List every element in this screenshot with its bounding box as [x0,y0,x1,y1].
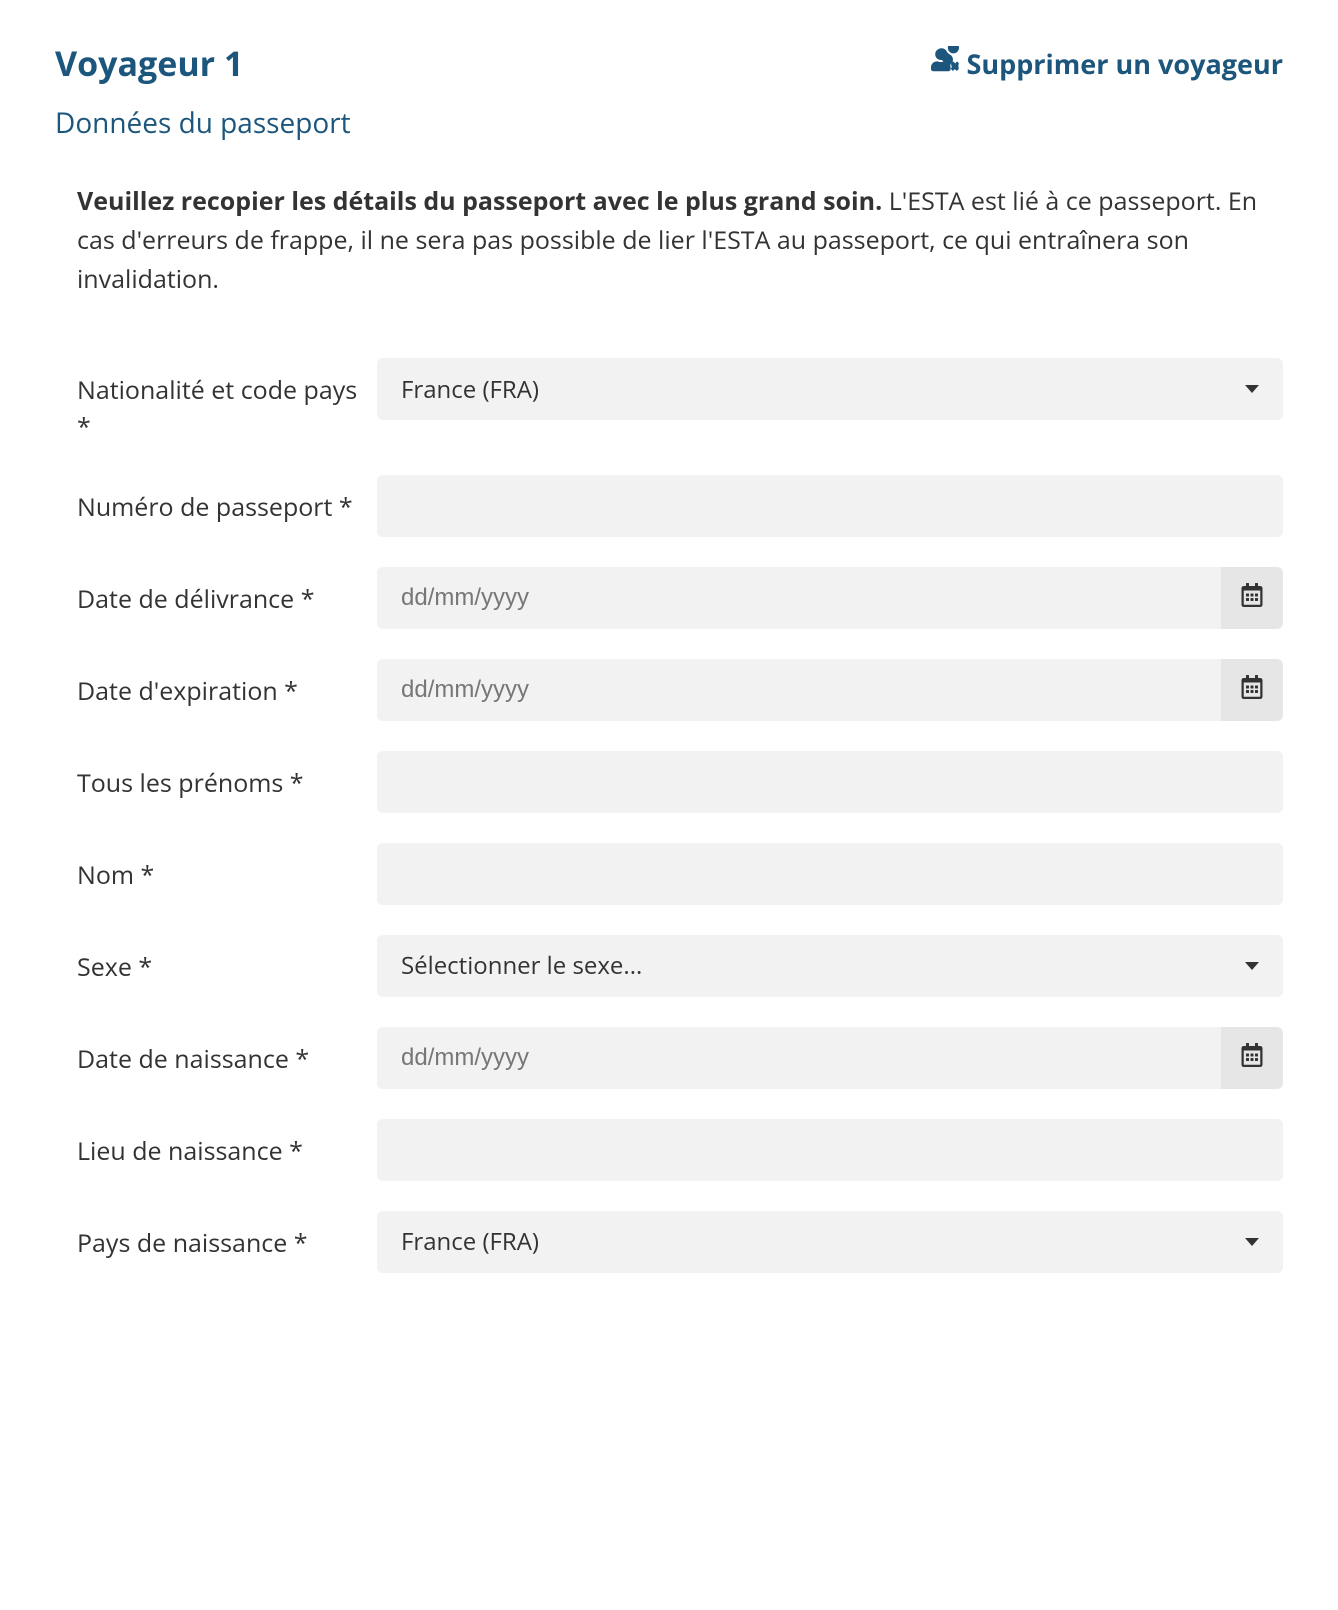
birth-country-label: Pays de naissance * [77,1211,377,1261]
birth-country-select[interactable]: France (FRA) [377,1211,1283,1273]
nationality-value: France (FRA) [401,373,539,406]
issue-date-input[interactable] [377,567,1221,629]
traveller-title: Voyageur 1 [55,40,243,86]
instructions-bold: Veuillez recopier les détails du passepo… [77,184,882,218]
sex-value: Sélectionner le sexe... [401,949,642,982]
sex-select[interactable]: Sélectionner le sexe... [377,935,1283,997]
calendar-icon [1240,1043,1264,1072]
passport-number-label: Numéro de passeport * [77,475,377,525]
remove-traveller-button[interactable]: Supprimer un voyageur [931,45,1284,82]
given-names-label: Tous les prénoms * [77,751,377,801]
issue-date-picker-button[interactable] [1221,567,1283,629]
nationality-label: Nationalité et code pays * [77,358,377,445]
given-names-input[interactable] [377,751,1283,813]
birth-date-input[interactable] [377,1027,1221,1089]
user-remove-icon [931,45,959,82]
birth-country-value: France (FRA) [401,1225,539,1258]
birth-place-label: Lieu de naissance * [77,1119,377,1169]
sex-label: Sexe * [77,935,377,985]
expiry-date-input[interactable] [377,659,1221,721]
instructions-text: Veuillez recopier les détails du passepo… [77,182,1283,298]
caret-down-icon [1245,962,1259,970]
expiry-date-label: Date d'expiration * [77,659,377,709]
remove-traveller-label: Supprimer un voyageur [967,45,1284,82]
surname-label: Nom * [77,843,377,893]
nationality-select[interactable]: France (FRA) [377,358,1283,420]
section-subtitle: Données du passeport [55,104,1283,142]
expiry-date-picker-button[interactable] [1221,659,1283,721]
passport-number-input[interactable] [377,475,1283,537]
caret-down-icon [1245,385,1259,393]
calendar-icon [1240,583,1264,612]
issue-date-label: Date de délivrance * [77,567,377,617]
caret-down-icon [1245,1238,1259,1246]
surname-input[interactable] [377,843,1283,905]
calendar-icon [1240,675,1264,704]
birth-date-label: Date de naissance * [77,1027,377,1077]
birth-date-picker-button[interactable] [1221,1027,1283,1089]
birth-place-input[interactable] [377,1119,1283,1181]
